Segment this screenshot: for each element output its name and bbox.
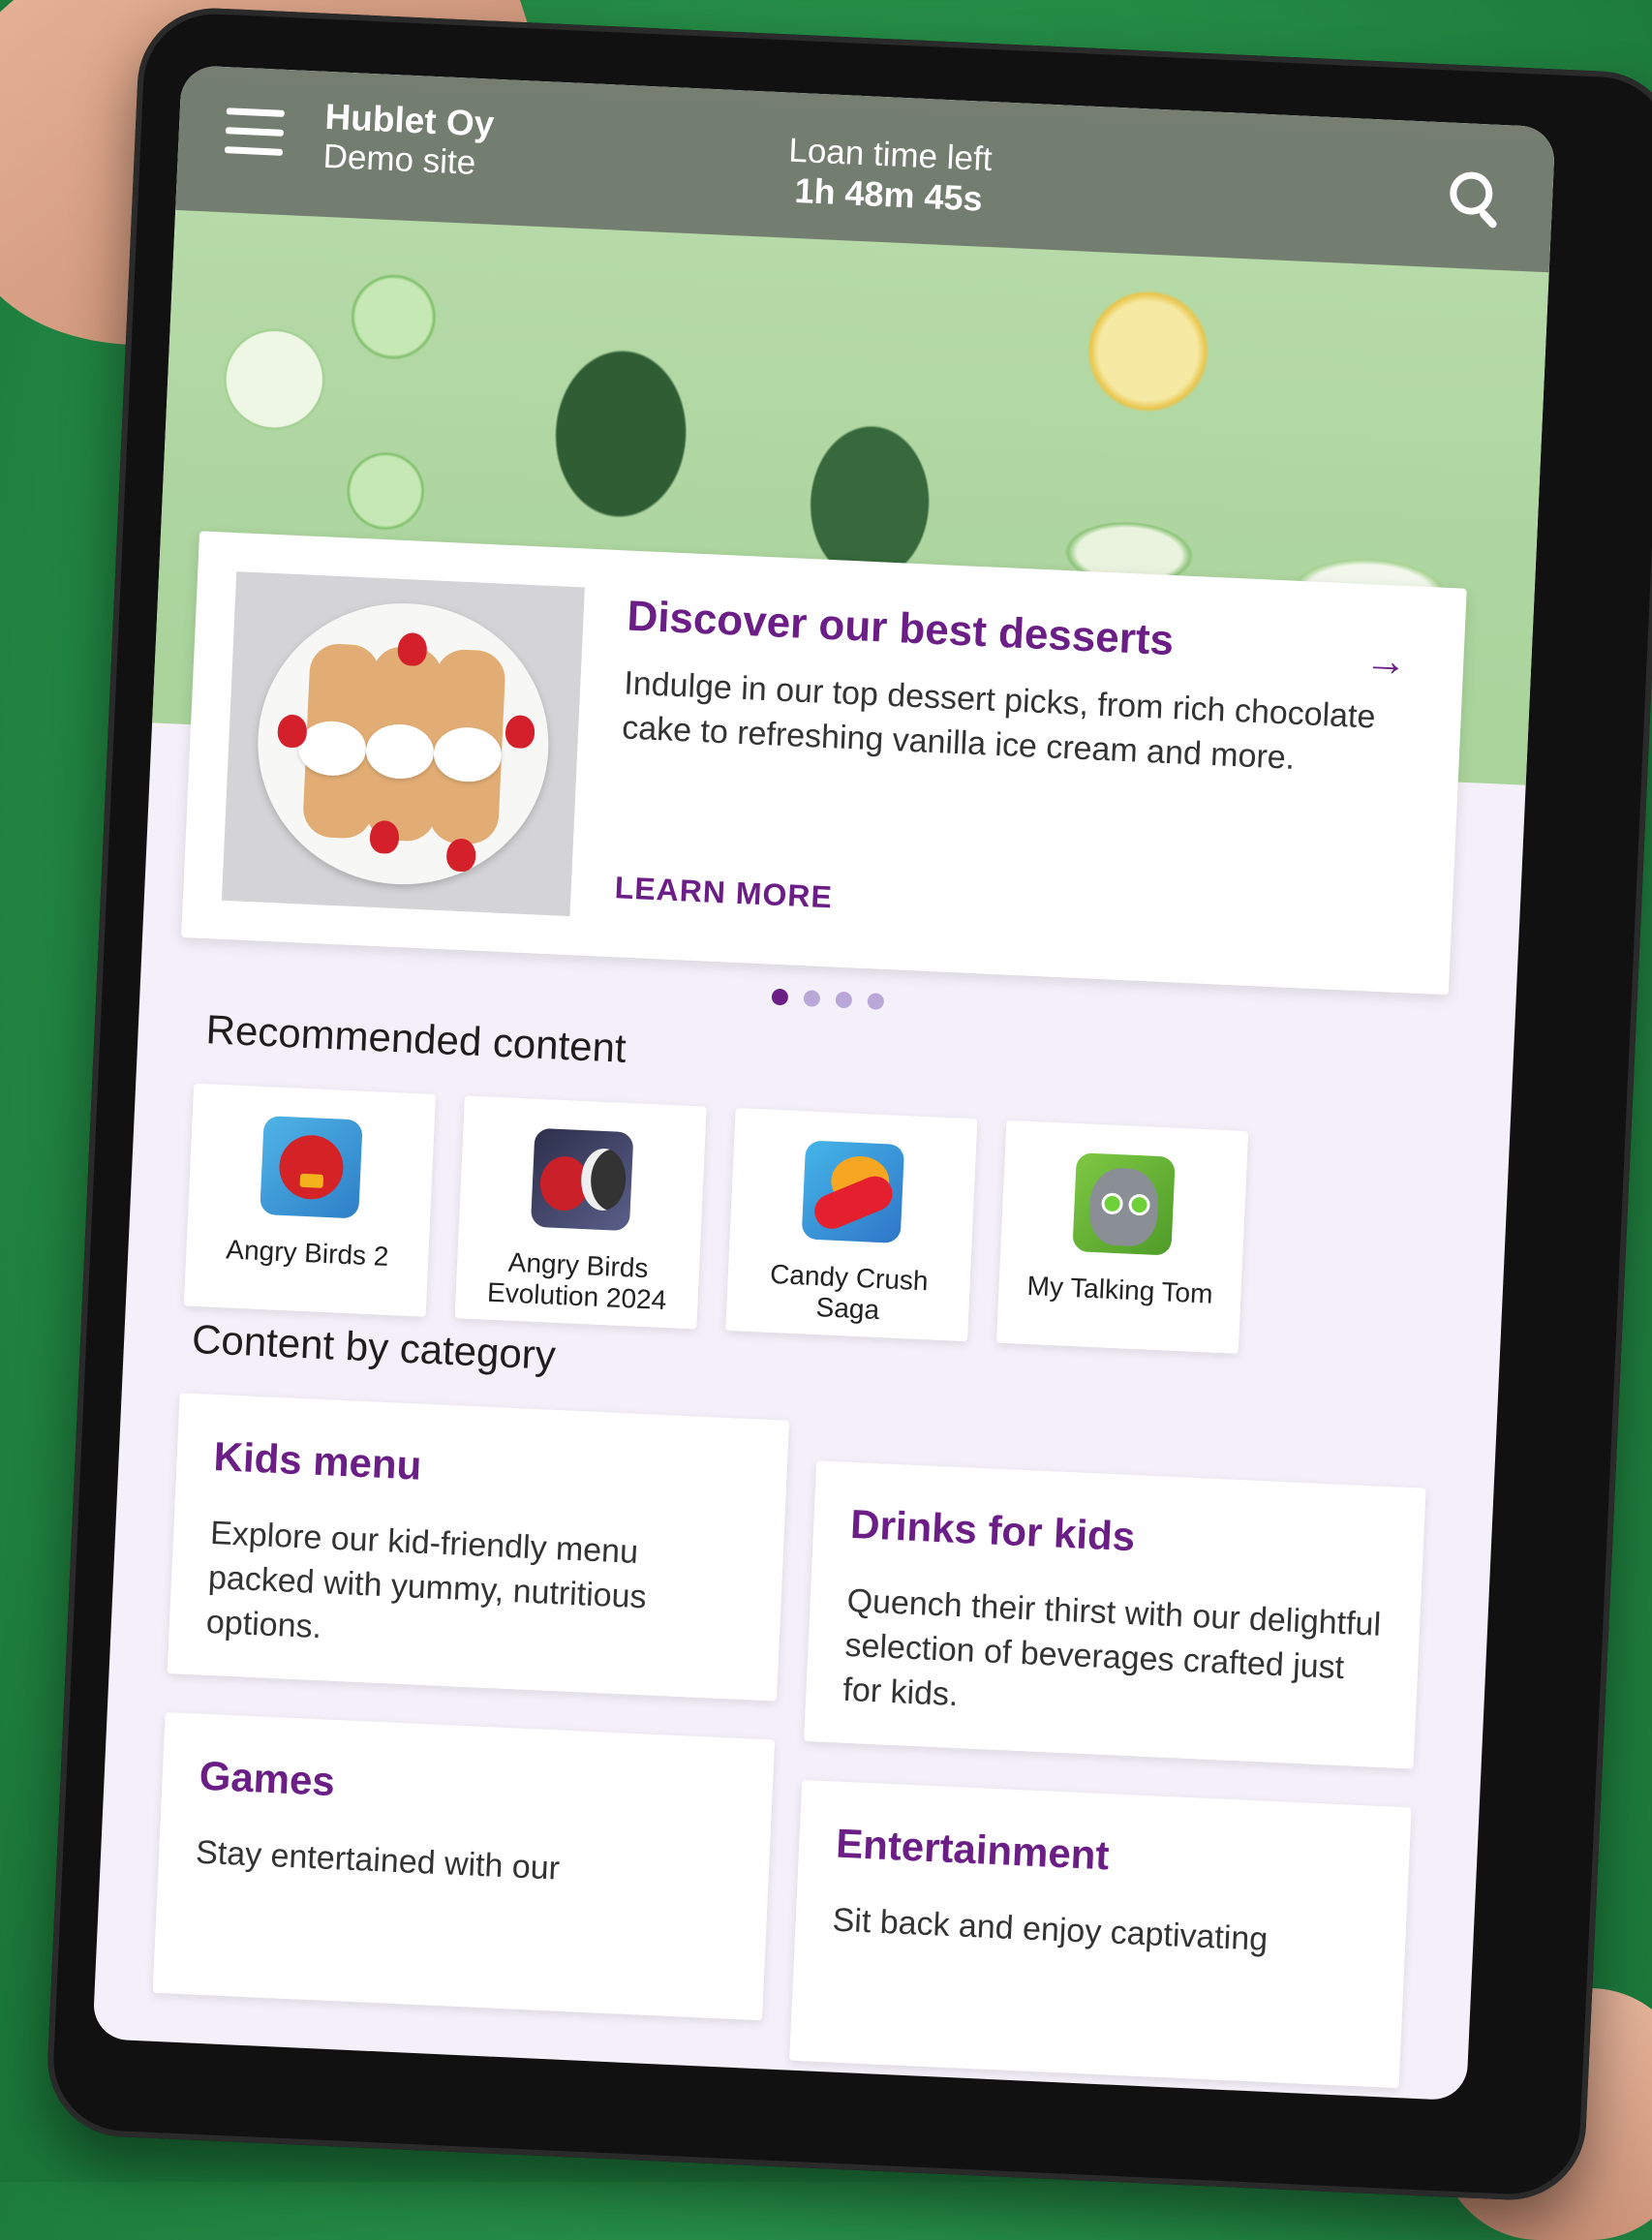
carousel-dot-2[interactable] (803, 990, 821, 1007)
category-description: Sit back and enjoy captivating (831, 1901, 1269, 1958)
category-heading: Content by category (191, 1315, 557, 1378)
carousel-dot-1[interactable] (771, 988, 789, 1006)
app-name: Candy Crush Saga (769, 1258, 930, 1326)
category-title: Kids menu (212, 1433, 423, 1488)
carousel-dot-3[interactable] (835, 991, 853, 1009)
search-icon[interactable] (1449, 170, 1499, 230)
brand: Hublet Oy Demo site (322, 97, 495, 184)
carousel-text: Discover our best desserts → Indulge in … (621, 590, 1417, 786)
category-description: Quench their thirst with our delightful … (841, 1581, 1382, 1714)
tablet-screen: Hublet Oy Demo site Loan time left 1h 48… (92, 65, 1556, 2102)
app-name: My Talking Tom (1026, 1270, 1214, 1309)
category-card-entertainment[interactable]: Entertainment Sit back and enjoy captiva… (789, 1779, 1412, 2089)
angry-birds-evolution-icon (530, 1127, 634, 1232)
angry-birds-2-icon (260, 1116, 363, 1219)
category-title: Entertainment (835, 1820, 1111, 1879)
category-description: Explore our kid-friendly menu packed wit… (205, 1514, 648, 1646)
carousel-dot-4[interactable] (867, 993, 885, 1010)
app-card-angry-birds-evolution[interactable]: Angry Birds Evolution 2024 (454, 1095, 707, 1330)
candy-crush-icon (801, 1140, 905, 1243)
loan-timer: Loan time left 1h 48m 45s (728, 129, 1051, 223)
arrow-right-icon[interactable]: → (1363, 636, 1408, 687)
category-title: Drinks for kids (849, 1500, 1137, 1560)
app-card-angry-birds-2[interactable]: Angry Birds 2 (183, 1083, 436, 1317)
learn-more-link[interactable]: LEARN MORE (614, 870, 834, 915)
category-card-kids-menu[interactable]: Kids menu Explore our kid-friendly menu … (167, 1393, 790, 1702)
carousel-description: Indulge in our top dessert picks, from r… (621, 664, 1377, 777)
category-description: Stay entertained with our (195, 1833, 561, 1887)
category-card-games[interactable]: Games Stay entertained with our (152, 1712, 776, 2021)
talking-tom-icon (1072, 1152, 1176, 1256)
category-title: Games (198, 1752, 336, 1805)
recommended-heading: Recommended content (204, 1006, 627, 1071)
app-card-candy-crush[interactable]: Candy Crush Saga (725, 1108, 978, 1342)
category-card-drinks-for-kids[interactable]: Drinks for kids Quench their thirst with… (804, 1460, 1426, 1769)
dessert-image (221, 571, 585, 917)
tablet-device: Hublet Oy Demo site Loan time left 1h 48… (44, 5, 1652, 2203)
featured-carousel-card[interactable]: Discover our best desserts → Indulge in … (181, 531, 1467, 996)
site-name: Demo site (321, 137, 477, 182)
app-card-my-talking-tom[interactable]: My Talking Tom (995, 1120, 1249, 1354)
hamburger-menu-icon[interactable] (224, 107, 285, 157)
app-name: Angry Birds 2 (225, 1234, 390, 1272)
app-name: Angry Birds Evolution 2024 (486, 1246, 667, 1316)
